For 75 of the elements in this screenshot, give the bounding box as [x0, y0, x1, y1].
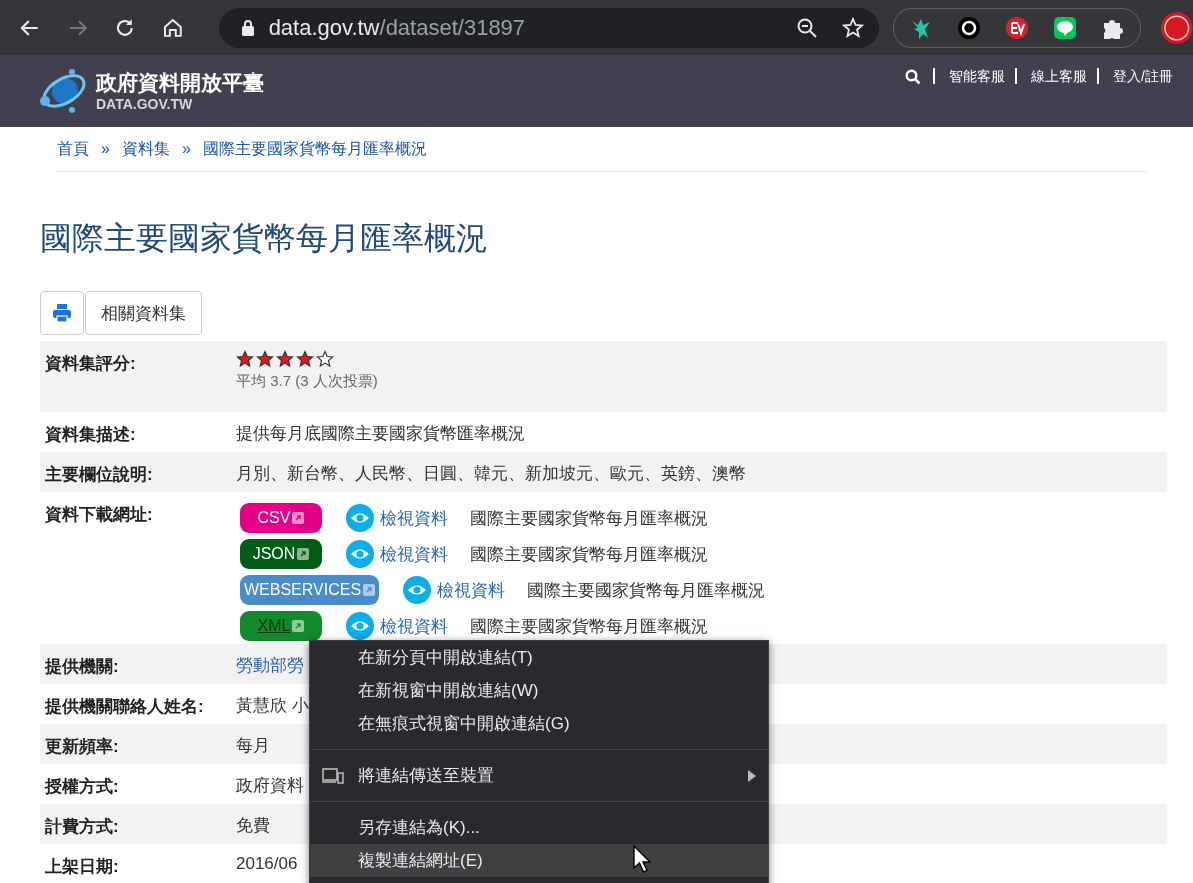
- field-value: 黃慧欣 小: [236, 696, 309, 715]
- format-badge[interactable]: WEBSERVICES: [240, 575, 380, 605]
- breadcrumb-separator: »: [181, 140, 191, 158]
- external-link-icon: [292, 620, 305, 632]
- filled-star-icon[interactable]: [256, 350, 274, 368]
- shield-v-icon[interactable]: [1004, 14, 1031, 41]
- field-label: 提供機關聯絡人姓名:: [43, 696, 205, 718]
- file-title: 國際主要國家貨幣每月匯率概況: [470, 615, 708, 638]
- breadcrumb-link[interactable]: 國際主要國家貨幣每月匯率概況: [202, 138, 427, 160]
- avatar-icon[interactable]: [1161, 11, 1193, 44]
- menu-item[interactable]: 將連結傳送至裝置: [310, 759, 768, 792]
- format-badge[interactable]: CSV: [240, 503, 322, 533]
- address-bar[interactable]: data.gov.tw/dataset/31897: [218, 7, 880, 48]
- filled-star-icon[interactable]: [296, 350, 314, 368]
- search-icon[interactable]: [905, 69, 922, 85]
- ring-icon[interactable]: [956, 14, 983, 41]
- eye-icon[interactable]: [346, 612, 374, 640]
- empty-star-icon[interactable]: [316, 350, 334, 368]
- chat-bubble-icon[interactable]: [1052, 14, 1079, 41]
- devices-icon: [322, 767, 344, 784]
- field-value: 每月: [236, 736, 270, 755]
- field-value: 2016/06: [236, 854, 298, 873]
- external-link-icon: [297, 548, 310, 560]
- external-link-icon: [363, 584, 376, 596]
- field-label: 資料下載網址:: [44, 504, 154, 526]
- view-data-link[interactable]: 檢視資料: [380, 506, 448, 530]
- agency-link[interactable]: 勞動部勞: [236, 656, 304, 675]
- printer-icon: [52, 303, 72, 323]
- eye-icon[interactable]: [346, 504, 374, 532]
- view-data-link[interactable]: 檢視資料: [380, 542, 448, 566]
- menu-item[interactable]: 在新視窗中開啟連結(W): [310, 674, 768, 707]
- nav-link[interactable]: 線上客服: [1015, 68, 1098, 84]
- field-label: 資料集評分:: [44, 353, 137, 375]
- menu-item[interactable]: 另存連結為(K)...: [310, 811, 768, 844]
- field-label: 計費方式:: [44, 816, 120, 838]
- rating-summary: 平均 3.7 (3 人次投票): [236, 372, 378, 391]
- eye-icon[interactable]: [346, 540, 374, 568]
- site-subtitle: DATA.GOV.TW: [96, 96, 194, 112]
- breadcrumb-link[interactable]: 首頁: [57, 138, 89, 160]
- related-datasets-button[interactable]: 相關資料集: [85, 291, 202, 335]
- site-title[interactable]: 政府資料開放平臺: [96, 70, 264, 96]
- field-label: 提供機關:: [43, 656, 120, 678]
- external-link-icon: [292, 512, 305, 524]
- lock-icon: [240, 18, 255, 37]
- star-icon[interactable]: [841, 15, 866, 40]
- print-button[interactable]: [40, 291, 84, 335]
- nav-link[interactable]: 登入/註冊: [1097, 68, 1183, 84]
- field-label: 主要欄位說明:: [44, 464, 154, 486]
- view-data-link[interactable]: 檢視資料: [437, 578, 506, 602]
- url-text: data.gov.tw/dataset/31897: [268, 14, 527, 41]
- menu-item[interactable]: 複製連結網址(E): [310, 844, 768, 877]
- field-label: 授權方式:: [43, 776, 120, 798]
- filled-star-icon[interactable]: [236, 350, 254, 368]
- submenu-arrow-icon: [748, 769, 756, 782]
- eye-icon[interactable]: [403, 576, 432, 604]
- field-value: 政府資料: [236, 776, 304, 795]
- field-label: 上架日期:: [44, 856, 120, 878]
- filled-star-icon[interactable]: [276, 350, 294, 368]
- breadcrumb-link[interactable]: 資料集: [121, 138, 170, 160]
- field-value: 免費: [236, 816, 270, 835]
- menu-item[interactable]: 在新分頁中開啟連結(T): [310, 641, 768, 674]
- field-value: 月別、新台幣、人民幣、日圓、韓元、新加坡元、歐元、英鎊、澳幣: [236, 464, 746, 483]
- field-label: 資料集描述:: [44, 424, 137, 446]
- file-title: 國際主要國家貨幣每月匯率概況: [527, 579, 766, 602]
- page-title: 國際主要國家貨幣每月匯率概況: [40, 219, 489, 258]
- file-title: 國際主要國家貨幣每月匯率概況: [470, 507, 708, 530]
- mouse-pointer-icon: [633, 845, 653, 873]
- field-value: 提供每月底國際主要國家貨幣匯率概況: [236, 424, 525, 443]
- field-label: 更新頻率:: [44, 736, 120, 758]
- breadcrumb-separator: »: [101, 140, 110, 158]
- file-title: 國際主要國家貨幣每月匯率概況: [470, 543, 708, 566]
- menu-item[interactable]: 在無痕式視窗中開啟連結(G): [310, 707, 768, 740]
- nav-link[interactable]: 智能客服: [933, 68, 1016, 84]
- format-badge[interactable]: JSON: [240, 539, 322, 569]
- view-data-link[interactable]: 檢視資料: [380, 614, 448, 638]
